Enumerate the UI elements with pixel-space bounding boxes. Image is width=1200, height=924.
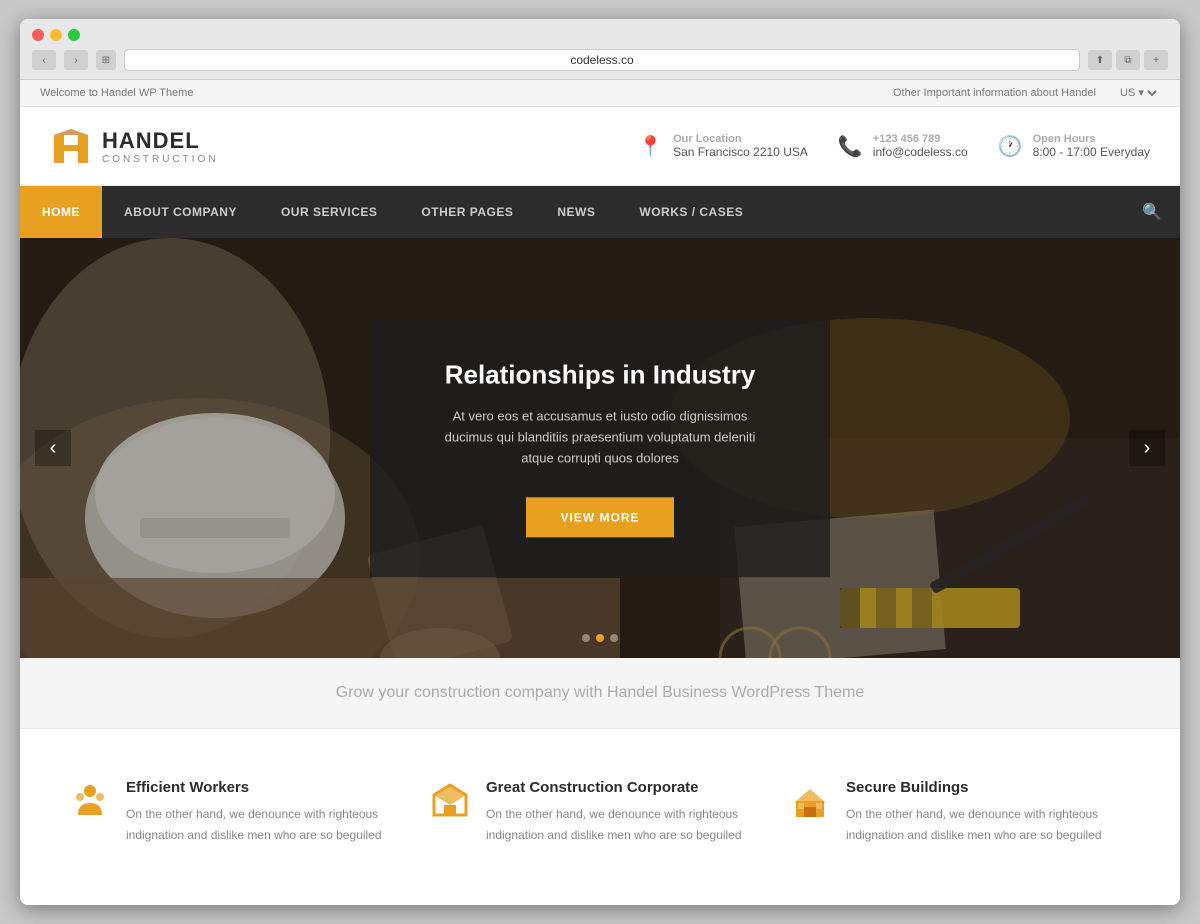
phone-email: info@codeless.co — [873, 145, 968, 159]
phone-number: +123 456 789 — [873, 133, 968, 145]
logo-icon — [50, 125, 92, 167]
nav-item-home[interactable]: HOME — [20, 186, 102, 238]
nav-item-other[interactable]: OTHER PAGES — [399, 186, 535, 238]
feature-item-3: Secure Buildings On the other hand, we d… — [780, 769, 1140, 855]
phone-info: 📞 +123 456 789 info@codeless.co — [838, 133, 968, 159]
back-button[interactable]: ‹ — [32, 50, 56, 70]
slider-dot-3[interactable] — [610, 634, 618, 642]
address-bar[interactable]: codeless.co — [124, 49, 1080, 71]
feature-2-desc: On the other hand, we denounce with righ… — [486, 804, 750, 845]
features-section: Efficient Workers On the other hand, we … — [20, 729, 1180, 905]
search-button[interactable]: 🔍 — [1124, 186, 1180, 238]
feature-2-content: Great Construction Corporate On the othe… — [486, 779, 750, 845]
workers-icon — [70, 781, 110, 830]
feature-3-content: Secure Buildings On the other hand, we d… — [846, 779, 1110, 845]
logo[interactable]: HANDEL CONSTRUCTION — [50, 125, 219, 167]
tagline-text: Grow your construction company with Hand… — [50, 684, 1150, 702]
hero-subtitle: At vero eos et accusamus et iusto odio d… — [430, 406, 770, 468]
hours-info: 🕐 Open Hours 8:00 - 17:00 Everyday — [998, 133, 1150, 159]
logo-subtitle: CONSTRUCTION — [102, 154, 219, 165]
hero-title: Relationships in Industry — [430, 359, 770, 390]
nav-item-services[interactable]: OUR SERVICES — [259, 186, 399, 238]
toolbar-actions: ⬆ ⧉ + — [1088, 50, 1168, 70]
feature-2-title: Great Construction Corporate — [486, 779, 750, 796]
hero-card: Relationships in Industry At vero eos et… — [370, 319, 830, 576]
clock-icon: 🕐 — [998, 134, 1023, 159]
window-controls — [32, 29, 1168, 41]
nav-item-news[interactable]: NEWS — [535, 186, 617, 238]
top-bar-right: Other Important information about Handel… — [893, 86, 1160, 100]
slider-dot-2[interactable] — [596, 634, 604, 642]
hours-value: 8:00 - 17:00 Everyday — [1033, 145, 1150, 159]
hero-section: Relationships in Industry At vero eos et… — [20, 238, 1180, 658]
browser-toolbar: ‹ › ⊞ codeless.co ⬆ ⧉ + — [32, 49, 1168, 71]
browser-chrome: ‹ › ⊞ codeless.co ⬆ ⧉ + — [20, 19, 1180, 80]
feature-1-desc: On the other hand, we denounce with righ… — [126, 804, 390, 845]
location-value: San Francisco 2210 USA — [673, 145, 808, 159]
close-button[interactable] — [32, 29, 44, 41]
welcome-text: Welcome to Handel WP Theme — [40, 87, 193, 99]
minimize-button[interactable] — [50, 29, 62, 41]
phone-details: +123 456 789 info@codeless.co — [873, 133, 968, 159]
hours-details: Open Hours 8:00 - 17:00 Everyday — [1033, 133, 1150, 159]
search-icon: 🔍 — [1142, 202, 1162, 222]
location-label: Our Location — [673, 133, 808, 145]
reader-button[interactable]: ⊞ — [96, 50, 116, 70]
feature-3-title: Secure Buildings — [846, 779, 1110, 796]
share-button[interactable]: ⬆ — [1088, 50, 1112, 70]
location-info: 📍 Our Location San Francisco 2210 USA — [638, 133, 808, 159]
corporate-icon — [430, 781, 470, 830]
slider-dot-1[interactable] — [582, 634, 590, 642]
feature-3-desc: On the other hand, we denounce with righ… — [846, 804, 1110, 845]
feature-item-1: Efficient Workers On the other hand, we … — [60, 769, 420, 855]
tagline-section: Grow your construction company with Hand… — [20, 658, 1180, 729]
slider-next-button[interactable]: › — [1129, 430, 1165, 466]
header-info: 📍 Our Location San Francisco 2210 USA 📞 … — [638, 133, 1150, 159]
feature-item-2: Great Construction Corporate On the othe… — [420, 769, 780, 855]
language-selector[interactable]: US ▾ UK — [1116, 86, 1160, 100]
slider-prev-button[interactable]: ‹ — [35, 430, 71, 466]
location-details: Our Location San Francisco 2210 USA — [673, 133, 808, 159]
logo-text: HANDEL CONSTRUCTION — [102, 128, 219, 165]
hero-cta-button[interactable]: VIEW MORE — [526, 497, 673, 537]
nav-item-works[interactable]: WORKS / CASES — [617, 186, 765, 238]
site-header: HANDEL CONSTRUCTION 📍 Our Location San F… — [20, 107, 1180, 186]
location-icon: 📍 — [638, 134, 663, 159]
navigation: HOME ABOUT COMPANY OUR SERVICES OTHER PA… — [20, 186, 1180, 238]
feature-1-title: Efficient Workers — [126, 779, 390, 796]
maximize-button[interactable] — [68, 29, 80, 41]
slider-dots — [582, 634, 618, 642]
top-bar: Welcome to Handel WP Theme Other Importa… — [20, 80, 1180, 107]
new-tab-button[interactable]: + — [1144, 50, 1168, 70]
logo-name: HANDEL — [102, 128, 219, 154]
phone-icon: 📞 — [838, 134, 863, 159]
feature-1-content: Efficient Workers On the other hand, we … — [126, 779, 390, 845]
forward-button[interactable]: › — [64, 50, 88, 70]
nav-item-about[interactable]: ABOUT COMPANY — [102, 186, 259, 238]
hours-label: Open Hours — [1033, 133, 1150, 145]
tab-button[interactable]: ⧉ — [1116, 50, 1140, 70]
info-text: Other Important information about Handel — [893, 87, 1096, 99]
browser-window: ‹ › ⊞ codeless.co ⬆ ⧉ + Welcome to Hande… — [20, 19, 1180, 905]
buildings-icon — [790, 781, 830, 830]
